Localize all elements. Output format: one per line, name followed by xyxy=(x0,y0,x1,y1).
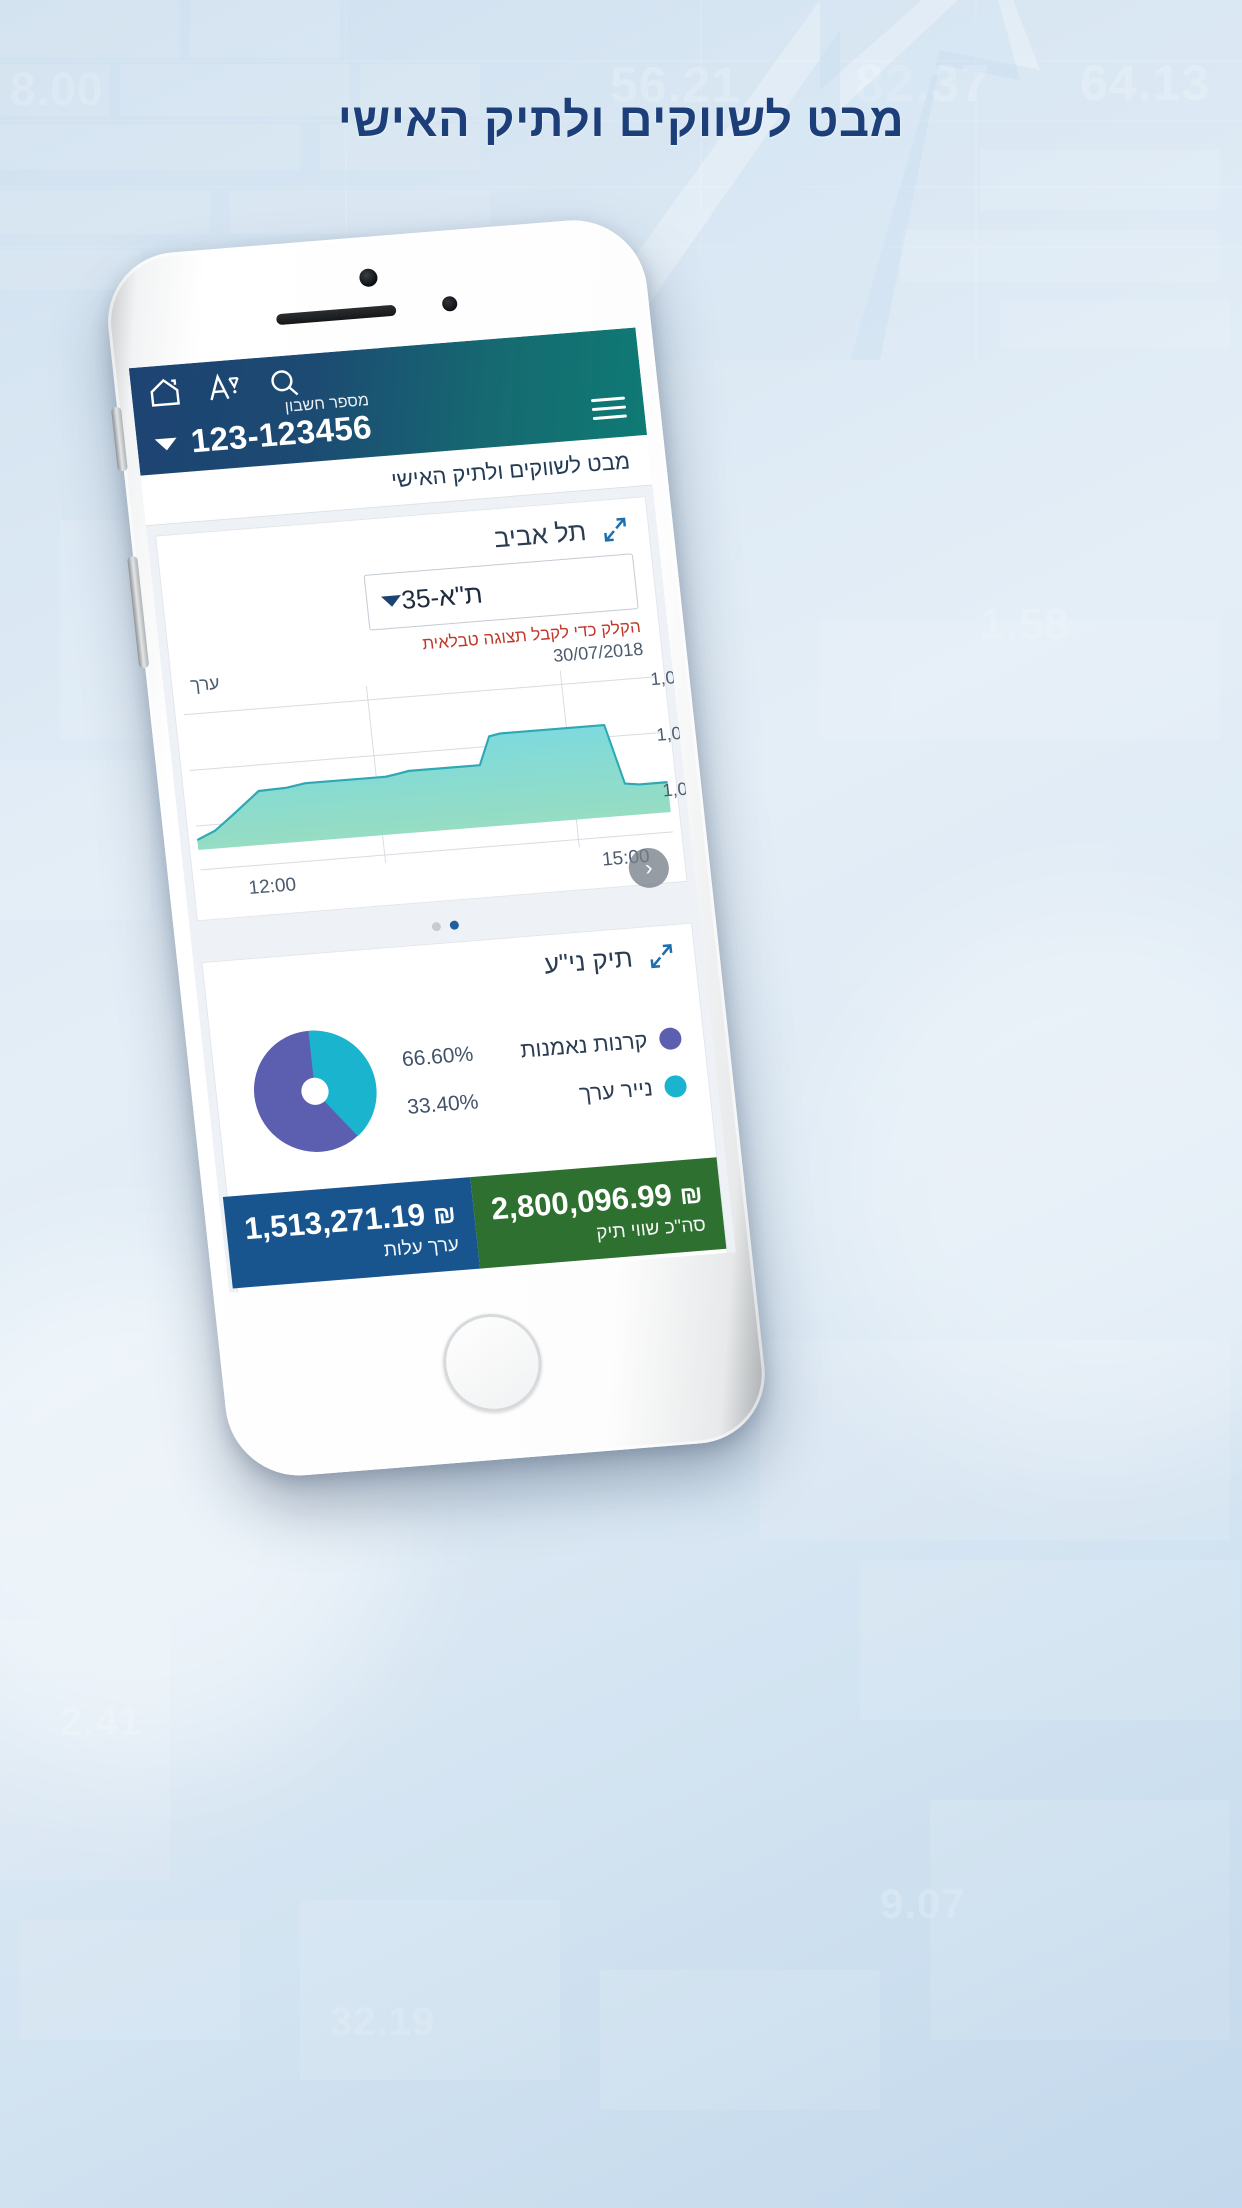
expand-arrows-icon[interactable] xyxy=(645,940,678,972)
legend-label-securities: נייר ערך xyxy=(577,1075,654,1107)
earpiece-speaker xyxy=(275,304,397,326)
legend-swatch-funds xyxy=(658,1026,683,1051)
promo-screenshot: 8.00 56.21 82.37 64.13 1.58 2.41 9.07 32… xyxy=(0,0,1242,2208)
portfolio-card: תיק ני"ע קרנות נאמנות 66.60% נייר ערך 33… xyxy=(201,922,736,1293)
index-dropdown-value: ת"א-35 xyxy=(399,578,484,615)
legend-percent-funds: 66.60% xyxy=(400,1042,475,1072)
bg-ticker-4: 1.58 xyxy=(980,600,1070,649)
phone-bottom-bezel xyxy=(214,1261,772,1481)
home-button[interactable] xyxy=(438,1310,547,1416)
phone-screen: מספר חשבון 123-123456 מבט לשווקים ולתיק … xyxy=(128,327,736,1293)
portfolio-pie-chart[interactable] xyxy=(227,1005,404,1177)
home-icon[interactable] xyxy=(146,374,184,411)
carousel-dot[interactable] xyxy=(430,921,441,932)
y-tick-1: 1,097.4 xyxy=(655,720,718,745)
legend-label-funds: קרנות נאמנות xyxy=(519,1027,649,1063)
index-area-chart[interactable]: 1,097.5 1,097.4 1,097.3 ‹ 12:00 15:00 xyxy=(174,662,724,920)
legend-swatch-securities xyxy=(663,1074,688,1099)
chevron-down-icon[interactable] xyxy=(154,438,178,452)
carousel-dot-active[interactable] xyxy=(448,920,459,931)
chart-y-axis-title: ערך xyxy=(189,672,221,696)
bg-ticker-6: 9.07 xyxy=(880,1880,966,1927)
chevron-down-icon xyxy=(380,594,403,608)
currency-symbol: ₪ xyxy=(431,1200,458,1231)
legend-percent-securities: 33.40% xyxy=(406,1090,480,1119)
page-title: מבט לשווקים ולתיק האישי xyxy=(337,93,905,146)
legend-item[interactable]: נייר ערך 33.40% xyxy=(406,1073,688,1121)
x-tick-0: 12:00 xyxy=(247,874,298,900)
expand-arrows-icon[interactable] xyxy=(598,513,631,545)
pie-legend: קרנות נאמנות 66.60% נייר ערך 33.40% xyxy=(401,1025,692,1121)
bg-ticker-7: 32.19 xyxy=(330,2000,436,2044)
proximity-sensor-icon xyxy=(441,295,459,312)
search-icon[interactable] xyxy=(265,365,303,402)
market-title: תל אביב xyxy=(492,516,588,554)
market-card: תל אביב ת"א-35 הקלק כדי לקבל תצוגה טבלאי… xyxy=(155,496,724,922)
currency-symbol: ₪ xyxy=(678,1180,704,1211)
hamburger-menu-icon[interactable] xyxy=(590,396,628,427)
text-size-icon[interactable] xyxy=(206,369,244,406)
y-tick-0: 1,097.5 xyxy=(649,664,712,690)
legend-item[interactable]: קרנות נאמנות 66.60% xyxy=(401,1025,683,1073)
y-tick-2: 1,097.3 xyxy=(661,775,724,801)
portfolio-title: תיק ני"ע xyxy=(542,942,635,980)
front-camera-icon xyxy=(358,268,379,288)
